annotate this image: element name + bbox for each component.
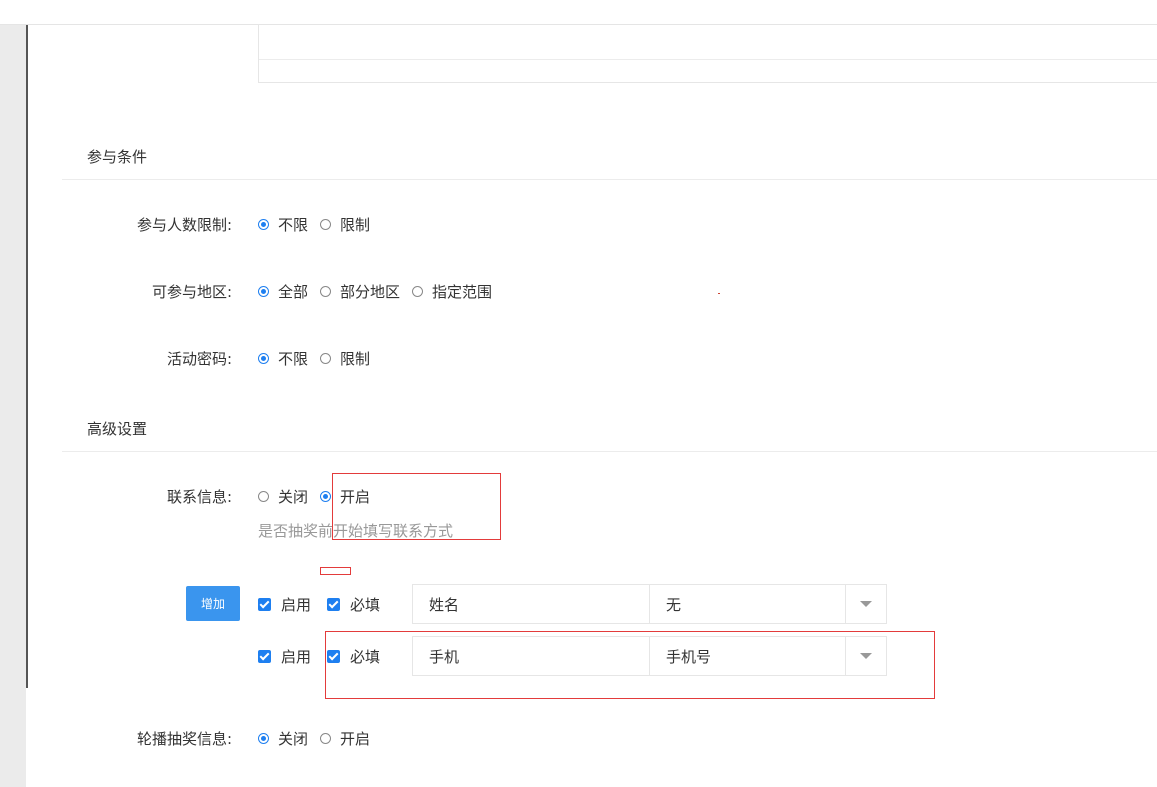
radio-selected-icon (258, 286, 269, 297)
radio-label: 不限 (278, 350, 309, 368)
participant-limit-unlimited[interactable]: 不限 (258, 214, 308, 235)
radio-selected-icon (258, 353, 269, 364)
region-all[interactable]: 全部 (258, 281, 308, 302)
add-contact-field-button[interactable]: 增加 (186, 586, 240, 621)
checkbox-checked-icon (258, 597, 271, 611)
participant-limit-label: 参与人数限制: (136, 216, 232, 234)
region-partial[interactable]: 部分地区 (320, 281, 400, 302)
password-unlimited[interactable]: 不限 (258, 348, 308, 369)
stray-mark (718, 293, 720, 294)
radio-label: 全部 (278, 283, 309, 301)
carousel-radios: 关闭 开启 (258, 728, 382, 749)
radio-icon (320, 733, 332, 744)
checkbox-checked-icon (327, 597, 341, 611)
table-row-divider (259, 59, 1157, 60)
region-label: 可参与地区: (151, 283, 232, 301)
password-radios: 不限 限制 (258, 348, 382, 369)
dropdown-arrow-icon[interactable] (845, 585, 886, 623)
select-value: 无 (666, 595, 682, 614)
left-sidebar (0, 25, 26, 787)
radio-label: 限制 (340, 350, 371, 368)
required-checkbox[interactable]: 必填 (327, 594, 380, 615)
radio-label: 不限 (278, 216, 309, 234)
section-title-advanced: 高级设置 (87, 420, 148, 438)
checkbox-label: 启用 (281, 595, 312, 614)
checkbox-label: 必填 (350, 595, 381, 614)
participant-limit-radios: 不限 限制 (258, 214, 382, 235)
participant-limit-limited[interactable]: 限制 (320, 214, 370, 235)
carousel-label: 轮播抽奖信息: (136, 730, 232, 748)
field-name-input[interactable]: 姓名 (412, 584, 650, 624)
prize-table-remnant (258, 24, 1157, 83)
radio-label: 指定范围 (432, 283, 493, 301)
checkbox-checked-icon (258, 649, 271, 663)
contact-info-label: 联系信息: (166, 488, 232, 506)
checkbox-label: 启用 (281, 647, 312, 666)
annotation-box (320, 567, 351, 575)
password-label: 活动密码: (166, 350, 232, 368)
carousel-off[interactable]: 关闭 (258, 728, 308, 749)
radio-label: 关闭 (278, 730, 309, 748)
radio-icon (320, 219, 332, 230)
region-specified[interactable]: 指定范围 (412, 281, 492, 302)
carousel-on[interactable]: 开启 (320, 728, 370, 749)
annotation-box (325, 631, 935, 699)
radio-selected-icon (320, 491, 332, 502)
enable-checkbox[interactable]: 启用 (258, 646, 311, 667)
contact-row-1: 启用 必填 (258, 584, 396, 624)
radio-selected-icon (258, 219, 269, 230)
radio-icon (412, 286, 424, 297)
contact-info-off[interactable]: 关闭 (258, 486, 308, 507)
section-title-participation: 参与条件 (87, 148, 148, 166)
radio-selected-icon (258, 733, 269, 744)
top-bar (0, 0, 1157, 25)
section-divider (62, 451, 1157, 452)
radio-label: 部分地区 (340, 283, 401, 301)
annotation-box (332, 473, 501, 540)
radio-icon (320, 353, 332, 364)
region-radios: 全部 部分地区 指定范围 (258, 281, 504, 302)
enable-checkbox[interactable]: 启用 (258, 594, 311, 615)
section-divider (62, 179, 1157, 180)
radio-label: 限制 (340, 216, 371, 234)
password-limited[interactable]: 限制 (320, 348, 370, 369)
radio-label: 开启 (340, 730, 371, 748)
radio-label: 关闭 (278, 488, 309, 506)
radio-icon (258, 491, 269, 502)
radio-icon (320, 286, 332, 297)
validation-select[interactable]: 无 (649, 584, 887, 624)
